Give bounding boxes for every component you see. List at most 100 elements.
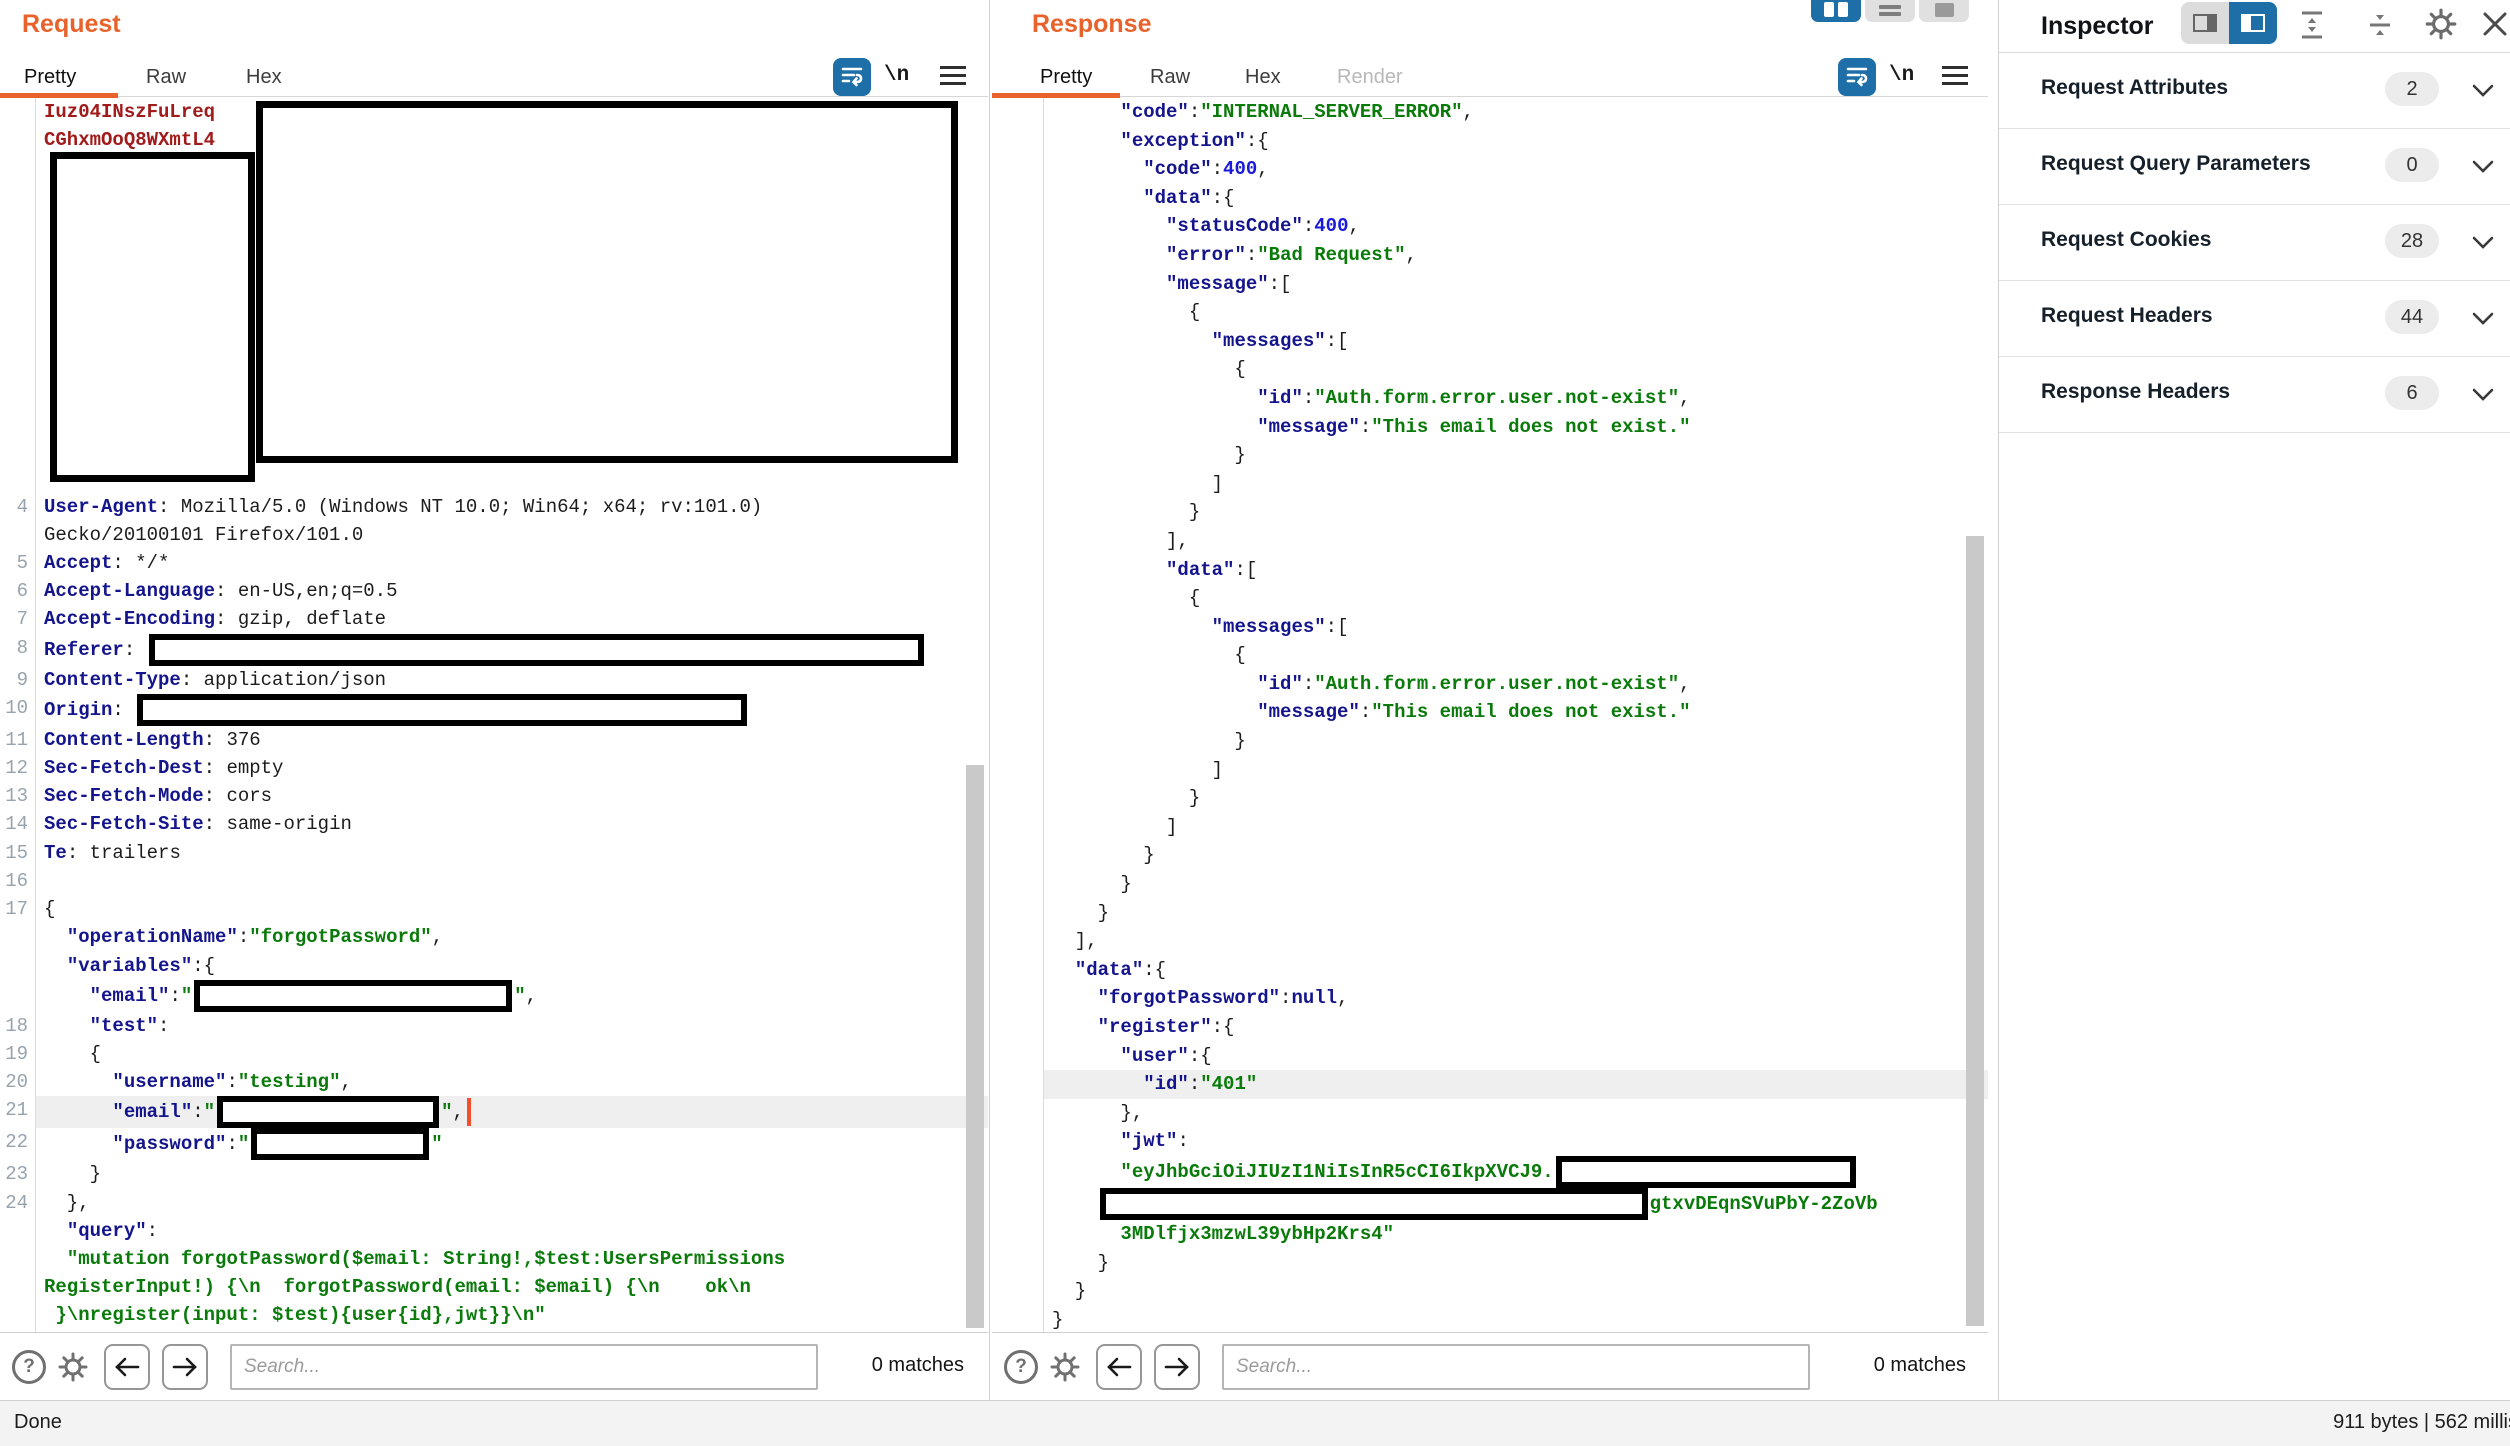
newline-toggle-button[interactable]: \n bbox=[884, 64, 909, 87]
next-match-button[interactable] bbox=[162, 1344, 208, 1390]
line-number bbox=[992, 184, 1044, 213]
single-pane-icon bbox=[1919, 0, 1969, 22]
tab-pretty[interactable]: Pretty bbox=[24, 66, 76, 89]
line-number: 4 bbox=[0, 493, 36, 521]
code-line: 21 "email":"", bbox=[0, 1096, 988, 1128]
line-number bbox=[992, 98, 1044, 127]
tab-raw[interactable]: Raw bbox=[146, 66, 186, 89]
tab-render[interactable]: Render bbox=[1337, 66, 1403, 89]
editor-menu-button[interactable] bbox=[1942, 66, 1968, 86]
single-view-button[interactable] bbox=[1919, 0, 1969, 22]
inspector-section-request-query-parameters[interactable]: Request Query Parameters 0 bbox=[1999, 128, 2510, 205]
previous-match-button[interactable] bbox=[104, 1344, 150, 1390]
line-number bbox=[0, 352, 36, 380]
search-settings-button[interactable] bbox=[1048, 1350, 1082, 1384]
inspector-settings-button[interactable] bbox=[2423, 6, 2459, 47]
dock-right-button[interactable] bbox=[2229, 2, 2277, 44]
line-number bbox=[992, 413, 1044, 442]
word-wrap-toggle-button[interactable] bbox=[833, 58, 871, 96]
chevron-down-icon[interactable] bbox=[2471, 388, 2495, 407]
panel-divider[interactable] bbox=[989, 0, 990, 1400]
code-line: }\nregister(input: $test){user{id},jwt}}… bbox=[0, 1301, 988, 1329]
tab-pretty[interactable]: Pretty bbox=[1040, 66, 1092, 89]
response-editor[interactable]: "code":"INTERNAL_SERVER_ERROR", "excepti… bbox=[992, 98, 1988, 1332]
code-line: 13Sec-Fetch-Mode: cors bbox=[0, 782, 988, 810]
inspector-dock-toggle bbox=[2181, 2, 2277, 44]
match-count: 0 matches bbox=[1874, 1354, 1966, 1377]
count-badge: 6 bbox=[2385, 376, 2439, 410]
word-wrap-icon bbox=[1845, 63, 1869, 92]
request-scrollbar-thumb[interactable] bbox=[966, 765, 984, 1328]
search-settings-button[interactable] bbox=[56, 1350, 90, 1384]
line-number bbox=[992, 1042, 1044, 1071]
line-number: 6 bbox=[0, 577, 36, 605]
code-line: } bbox=[992, 498, 1988, 527]
close-icon bbox=[2481, 10, 2509, 38]
inspector-section-request-attributes[interactable]: Request Attributes 2 bbox=[1999, 52, 2510, 129]
line-number bbox=[992, 784, 1044, 813]
line-number bbox=[992, 1099, 1044, 1128]
line-number bbox=[992, 698, 1044, 727]
line-number: 7 bbox=[0, 605, 36, 633]
chevron-down-icon[interactable] bbox=[2471, 84, 2495, 103]
expand-all-icon bbox=[2297, 10, 2327, 40]
code-line: 14Sec-Fetch-Site: same-origin bbox=[0, 810, 988, 838]
rows-view-button[interactable] bbox=[1865, 0, 1915, 22]
next-match-button[interactable] bbox=[1154, 1344, 1200, 1390]
previous-match-button[interactable] bbox=[1096, 1344, 1142, 1390]
line-number bbox=[992, 1156, 1044, 1188]
text-caret bbox=[467, 1098, 471, 1126]
code-line: } bbox=[992, 727, 1988, 756]
line-number: 12 bbox=[0, 754, 36, 782]
code-line: "id":"Auth.form.error.user.not-exist", bbox=[992, 670, 1988, 699]
line-number bbox=[0, 183, 36, 211]
gear-icon bbox=[56, 1350, 90, 1384]
line-number bbox=[0, 295, 36, 323]
line-number bbox=[992, 1127, 1044, 1156]
search-input[interactable] bbox=[1222, 1344, 1810, 1390]
code-line: 10Origin: bbox=[0, 694, 988, 726]
line-number bbox=[0, 1217, 36, 1245]
line-number bbox=[0, 126, 36, 154]
chevron-down-icon[interactable] bbox=[2471, 236, 2495, 255]
redaction-box bbox=[1556, 1156, 1856, 1188]
tab-raw[interactable]: Raw bbox=[1150, 66, 1190, 89]
collapse-all-icon bbox=[2365, 10, 2395, 40]
request-editor[interactable]: Iuz04INszFuLreqCGhxmOoQ8WXmtL44User-Agen… bbox=[0, 98, 988, 1332]
code-line: 23 } bbox=[0, 1160, 988, 1188]
line-number bbox=[0, 380, 36, 408]
line-number: 23 bbox=[0, 1160, 36, 1188]
arrow-left-icon bbox=[1106, 1356, 1132, 1378]
inspector-section-request-cookies[interactable]: Request Cookies 28 bbox=[1999, 204, 2510, 281]
response-scrollbar-thumb[interactable] bbox=[1966, 536, 1984, 1326]
code-line: 24 }, bbox=[0, 1189, 988, 1217]
search-input[interactable] bbox=[230, 1344, 818, 1390]
line-number: 8 bbox=[0, 634, 36, 666]
inspector-close-button[interactable] bbox=[2481, 10, 2509, 43]
line-number: 16 bbox=[0, 867, 36, 895]
dock-left-button[interactable] bbox=[2181, 2, 2229, 44]
code-line: } bbox=[992, 1277, 1988, 1306]
line-number bbox=[992, 155, 1044, 184]
response-panel-title: Response bbox=[1032, 10, 1151, 39]
columns-view-button[interactable] bbox=[1811, 0, 1861, 22]
expand-all-button[interactable] bbox=[2297, 10, 2327, 45]
tab-hex[interactable]: Hex bbox=[246, 66, 282, 89]
word-wrap-toggle-button[interactable] bbox=[1838, 58, 1876, 96]
collapse-all-button[interactable] bbox=[2365, 10, 2395, 45]
help-button[interactable]: ? bbox=[1004, 1350, 1038, 1384]
tab-hex[interactable]: Hex bbox=[1245, 66, 1281, 89]
line-number bbox=[992, 899, 1044, 928]
inspector-section-response-headers[interactable]: Response Headers 6 bbox=[1999, 356, 2510, 433]
line-number bbox=[0, 1273, 36, 1301]
newline-toggle-button[interactable]: \n bbox=[1889, 64, 1914, 87]
inspector-section-request-headers[interactable]: Request Headers 44 bbox=[1999, 280, 2510, 357]
chevron-down-icon[interactable] bbox=[2471, 312, 2495, 331]
line-number bbox=[0, 267, 36, 295]
code-line: "statusCode":400, bbox=[992, 212, 1988, 241]
line-number bbox=[992, 327, 1044, 356]
help-button[interactable]: ? bbox=[12, 1350, 46, 1384]
editor-menu-button[interactable] bbox=[940, 66, 966, 86]
line-number bbox=[992, 984, 1044, 1013]
chevron-down-icon[interactable] bbox=[2471, 160, 2495, 179]
